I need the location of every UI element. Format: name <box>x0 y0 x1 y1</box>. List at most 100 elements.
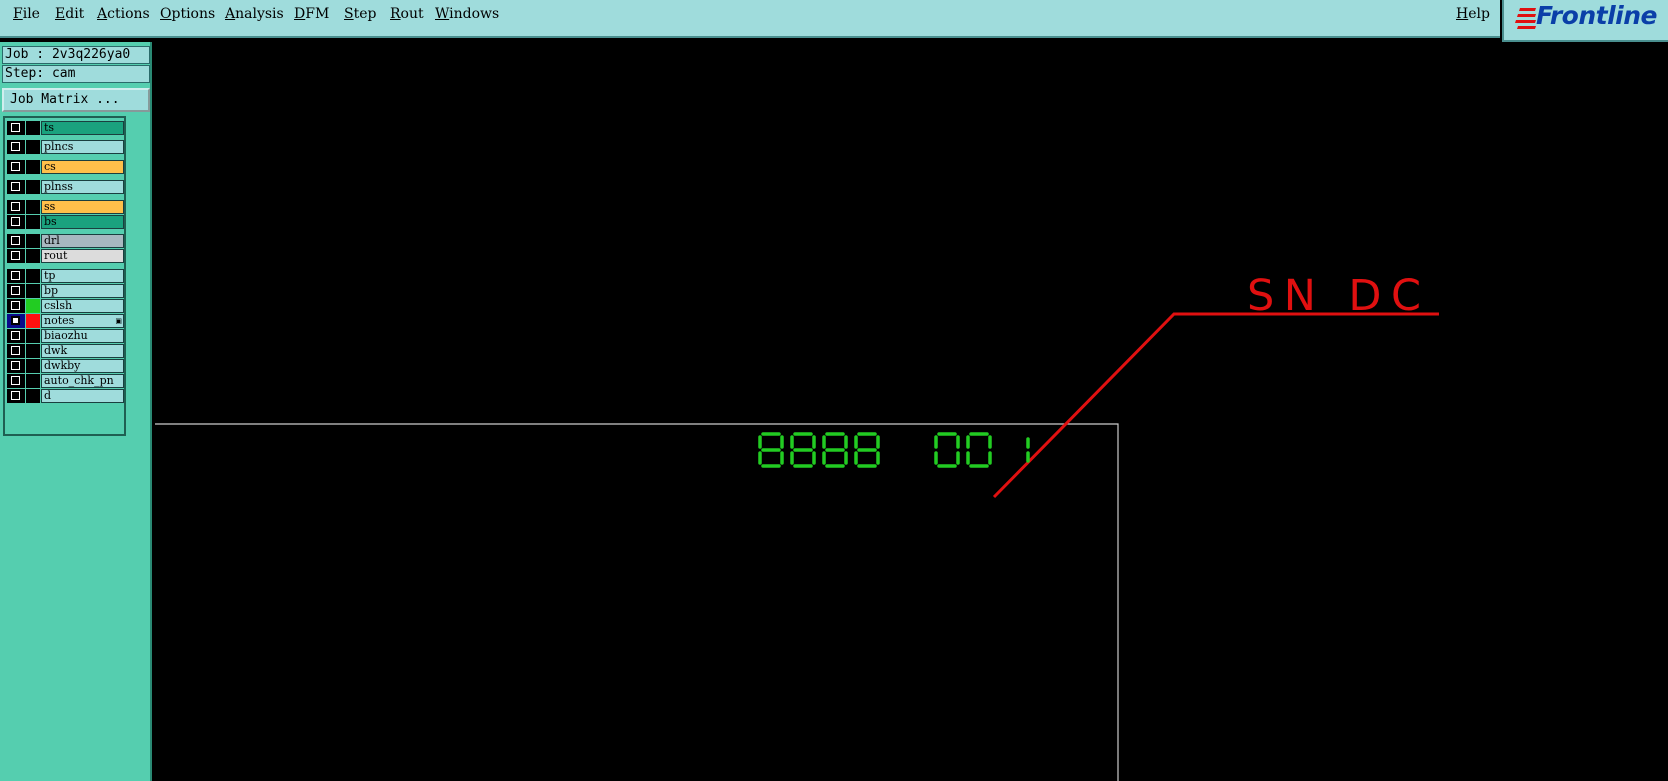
layer-name-label: dwk <box>44 344 68 357</box>
layer-name[interactable]: tp <box>41 269 124 283</box>
graphics-canvas[interactable]: SN DC <box>152 42 1668 781</box>
layer-checkbox[interactable] <box>11 316 20 325</box>
layer-name[interactable]: ss <box>41 200 124 214</box>
layer-row-dwkby[interactable]: dwkby <box>7 359 124 373</box>
seven-segment-digits <box>758 432 1030 468</box>
layer-color-swatch[interactable] <box>26 160 40 174</box>
layer-checkbox[interactable] <box>11 162 20 171</box>
menu-edit[interactable]: Edit <box>55 6 84 22</box>
frontline-logo: Frontline <box>1502 0 1668 42</box>
layer-name-label: bs <box>44 215 57 228</box>
layer-name[interactable]: biaozhu <box>41 329 124 343</box>
layer-color-swatch[interactable] <box>26 200 40 214</box>
layer-checkbox[interactable] <box>11 271 20 280</box>
layer-checkbox[interactable] <box>11 301 20 310</box>
layer-list-scrollbar[interactable] <box>127 116 149 436</box>
menu-rout[interactable]: Rout <box>390 6 424 22</box>
annotation-text: SN DC <box>1247 271 1427 321</box>
layer-row-tp[interactable]: tp <box>7 269 124 283</box>
layer-checkbox[interactable] <box>11 286 20 295</box>
layer-row-ts[interactable]: ts <box>7 121 124 135</box>
layer-checkbox[interactable] <box>11 346 20 355</box>
layer-row-notes[interactable]: notes ▣ <box>7 314 124 328</box>
layer-checkbox[interactable] <box>11 217 20 226</box>
layer-color-swatch[interactable] <box>26 299 40 313</box>
layer-color-swatch[interactable] <box>26 389 40 403</box>
layer-row-auto-chk-pn[interactable]: auto_chk_pn <box>7 374 124 388</box>
layer-row-dwk[interactable]: dwk <box>7 344 124 358</box>
layer-color-swatch[interactable] <box>26 249 40 263</box>
menu-step[interactable]: Step <box>344 6 376 22</box>
layer-color-swatch[interactable] <box>26 234 40 248</box>
layer-name-label: biaozhu <box>44 329 88 342</box>
menu-file[interactable]: File <box>13 6 40 22</box>
layer-name[interactable]: cs <box>41 160 124 174</box>
layer-color-swatch[interactable] <box>26 344 40 358</box>
layer-color-swatch[interactable] <box>26 314 40 328</box>
layer-color-swatch[interactable] <box>26 180 40 194</box>
layer-row-bs[interactable]: bs <box>7 215 124 229</box>
layer-row-ss[interactable]: ss <box>7 200 124 214</box>
layer-name[interactable]: plncs <box>41 140 124 154</box>
layer-name-label: bp <box>44 284 59 297</box>
layer-row-d[interactable]: d <box>7 389 124 403</box>
layer-name[interactable]: plnss <box>41 180 124 194</box>
menu-windows[interactable]: Windows <box>435 6 499 22</box>
layer-name[interactable]: bs <box>41 215 124 229</box>
layer-checkbox[interactable] <box>11 251 20 260</box>
menu-dfm[interactable]: DFM <box>294 6 329 22</box>
layer-color-swatch[interactable] <box>26 284 40 298</box>
layer-checkbox[interactable] <box>11 391 20 400</box>
layer-color-swatch[interactable] <box>26 329 40 343</box>
layer-color-swatch[interactable] <box>26 121 40 135</box>
step-name: Step: cam <box>2 65 150 83</box>
layer-row-cs[interactable]: cs <box>7 160 124 174</box>
layer-checkbox[interactable] <box>11 331 20 340</box>
layer-color-swatch[interactable] <box>26 269 40 283</box>
layer-name[interactable]: d <box>41 389 124 403</box>
layer-checkbox[interactable] <box>11 376 20 385</box>
layer-row-rout[interactable]: rout <box>7 249 124 263</box>
layer-name-label: tp <box>44 269 56 282</box>
layer-row-drl[interactable]: drl <box>7 234 124 248</box>
layer-name[interactable]: rout <box>41 249 124 263</box>
menu-help[interactable]: Help <box>1456 6 1490 22</box>
layer-name-label: ss <box>44 200 56 213</box>
menu-options[interactable]: Options <box>160 6 215 22</box>
layer-name[interactable]: ts <box>41 121 124 135</box>
layer-checkbox[interactable] <box>11 361 20 370</box>
menu-bar: File Edit Actions Options Analysis DFM S… <box>0 0 1500 38</box>
layer-checkbox[interactable] <box>11 202 20 211</box>
layer-name[interactable]: bp <box>41 284 124 298</box>
layer-name[interactable]: notes ▣ <box>41 314 124 328</box>
layer-checkbox[interactable] <box>11 236 20 245</box>
layer-name[interactable]: dwkby <box>41 359 124 373</box>
layer-checkbox[interactable] <box>11 142 20 151</box>
layer-name-label: d <box>44 389 52 402</box>
menu-analysis[interactable]: Analysis <box>225 6 284 22</box>
layer-name[interactable]: dwk <box>41 344 124 358</box>
layer-name[interactable]: cslsh <box>41 299 124 313</box>
left-panel: Job : 2v3q226ya0 Step: cam Job Matrix ..… <box>0 42 152 781</box>
layer-name-label: plncs <box>44 140 74 153</box>
layer-name[interactable]: drl <box>41 234 124 248</box>
layer-checkbox[interactable] <box>11 123 20 132</box>
layer-name-label: cs <box>44 160 56 173</box>
layer-row-cslsh[interactable]: cslsh <box>7 299 124 313</box>
menu-actions[interactable]: Actions <box>97 6 150 22</box>
layer-row-plncs[interactable]: plncs <box>7 140 124 154</box>
layer-name-label: cslsh <box>44 299 73 312</box>
job-matrix-button[interactable]: Job Matrix ... <box>2 88 150 112</box>
layer-color-swatch[interactable] <box>26 215 40 229</box>
layer-list: ts plncs cs plnss ss bs drl rout tp bp cslsh notes ▣… <box>3 116 126 436</box>
layer-row-plnss[interactable]: plnss <box>7 180 124 194</box>
layer-color-swatch[interactable] <box>26 140 40 154</box>
layer-name-label: dwkby <box>44 359 81 372</box>
layer-name-label: drl <box>44 234 60 247</box>
layer-row-bp[interactable]: bp <box>7 284 124 298</box>
layer-name[interactable]: auto_chk_pn <box>41 374 124 388</box>
layer-color-swatch[interactable] <box>26 374 40 388</box>
layer-checkbox[interactable] <box>11 182 20 191</box>
layer-row-biaozhu[interactable]: biaozhu <box>7 329 124 343</box>
layer-color-swatch[interactable] <box>26 359 40 373</box>
